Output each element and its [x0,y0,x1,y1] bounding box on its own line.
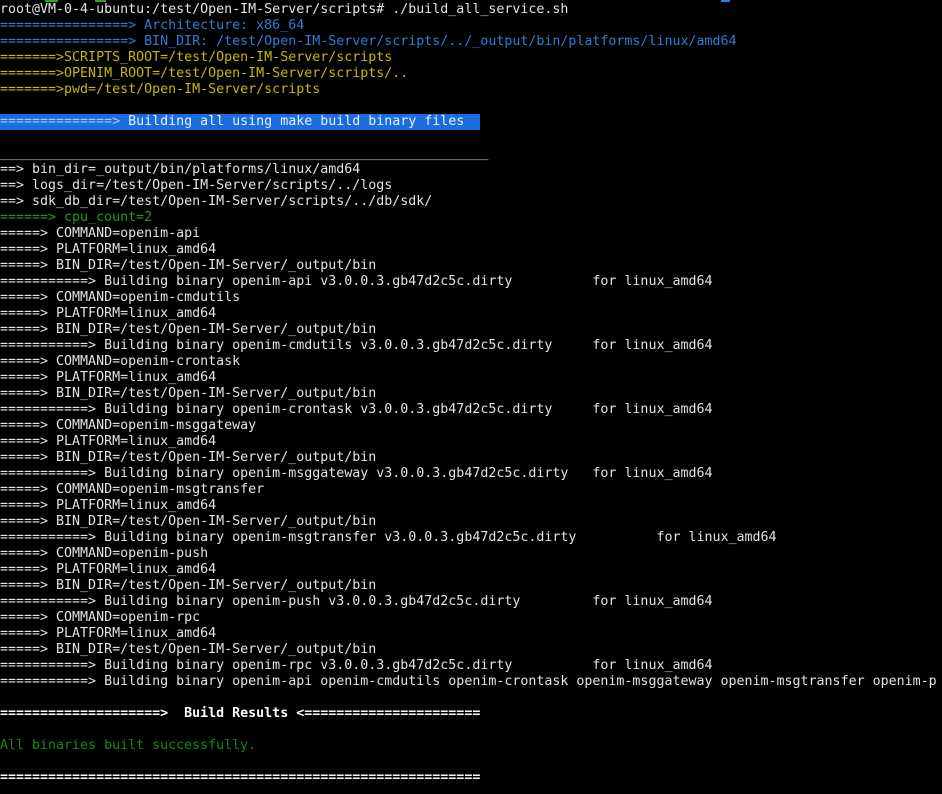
platform-line: =====> PLATFORM=linux_amd64 [0,562,942,578]
building-binary-line: ===========> Building binary openim-rpc … [0,658,942,674]
command-line: =====> COMMAND=openim-cmdutils [0,290,942,306]
bindir-line: =====> BIN_DIR=/test/Open-IM-Server/_out… [0,642,942,658]
var-bin-dir: ==> bin_dir=_output/bin/platforms/linux/… [0,162,942,178]
terminal-output: root@VM-0-4-ubuntu:/test/Open-IM-Server/… [0,2,942,786]
building-all-banner: ==============> Building all using make … [0,114,942,130]
var-sdk-db-dir: ==> sdk_db_dir=/test/Open-IM-Server/scri… [0,194,942,210]
selected-text: ==============> Building all using make … [0,114,480,130]
command-line: =====> COMMAND=openim-msggateway [0,418,942,434]
platform-line: =====> PLATFORM=linux_amd64 [0,498,942,514]
cutoff-artifact-blue [721,0,730,2]
var-logs-dir: ==> logs_dir=/test/Open-IM-Server/script… [0,178,942,194]
success-message: All binaries built successfully. [0,738,942,754]
building-all-binaries-line: ===========> Building binary openim-api … [0,674,942,690]
build-results-header: ====================> Build Results <===… [0,706,942,722]
cutoff-artifact-green-1 [45,0,58,2]
blank [0,722,942,738]
blank [0,754,942,770]
bindir-line: =====> BIN_DIR=/test/Open-IM-Server/_out… [0,578,942,594]
blank [0,690,942,706]
blank [0,98,942,114]
underscore-separator: ________________________________________… [0,146,942,162]
platform-line: =====> PLATFORM=linux_amd64 [0,434,942,450]
banner-arrow: ==============> [0,114,128,129]
platform-line: =====> PLATFORM=linux_amd64 [0,242,942,258]
command-line: =====> COMMAND=openim-push [0,546,942,562]
command-line: =====> COMMAND=openim-rpc [0,610,942,626]
platform-line: =====> PLATFORM=linux_amd64 [0,306,942,322]
bindir-line: =====> BIN_DIR=/test/Open-IM-Server/_out… [0,322,942,338]
command-line: =====> COMMAND=openim-api [0,226,942,242]
banner-text: Building all using make build binary fil… [128,114,480,129]
bindir-line: =====> BIN_DIR=/test/Open-IM-Server/_out… [0,450,942,466]
prompt-line: root@VM-0-4-ubuntu:/test/Open-IM-Server/… [0,2,942,18]
building-binary-line: ===========> Building binary openim-push… [0,594,942,610]
terminal-window[interactable]: root@VM-0-4-ubuntu:/test/Open-IM-Server/… [0,0,942,794]
cpu-count-line: ======> cpu_count=2 [0,210,942,226]
bindir-line: =====> BIN_DIR=/test/Open-IM-Server/_out… [0,386,942,402]
bin-dir-line: ================> BIN_DIR: /test/Open-IM… [0,34,942,50]
building-binary-line: ===========> Building binary openim-msgg… [0,466,942,482]
architecture-line: ================> Architecture: x86_64 [0,18,942,34]
cutoff-artifact-green-2 [95,0,106,2]
building-binary-line: ===========> Building binary openim-cron… [0,402,942,418]
building-binary-line: ===========> Building binary openim-msgt… [0,530,942,546]
building-binary-line: ===========> Building binary openim-cmdu… [0,338,942,354]
platform-line: =====> PLATFORM=linux_amd64 [0,626,942,642]
bindir-line: =====> BIN_DIR=/test/Open-IM-Server/_out… [0,514,942,530]
bottom-separator: ========================================… [0,770,942,786]
pwd-line: =======>pwd=/test/Open-IM-Server/scripts [0,82,942,98]
blank [0,130,942,146]
bindir-line: =====> BIN_DIR=/test/Open-IM-Server/_out… [0,258,942,274]
platform-line: =====> PLATFORM=linux_amd64 [0,370,942,386]
scripts-root-line: =======>SCRIPTS_ROOT=/test/Open-IM-Serve… [0,50,942,66]
command-line: =====> COMMAND=openim-msgtransfer [0,482,942,498]
openim-root-line: =======>OPENIM_ROOT=/test/Open-IM-Server… [0,66,942,82]
building-binary-line: ===========> Building binary openim-api … [0,274,942,290]
command-line: =====> COMMAND=openim-crontask [0,354,942,370]
